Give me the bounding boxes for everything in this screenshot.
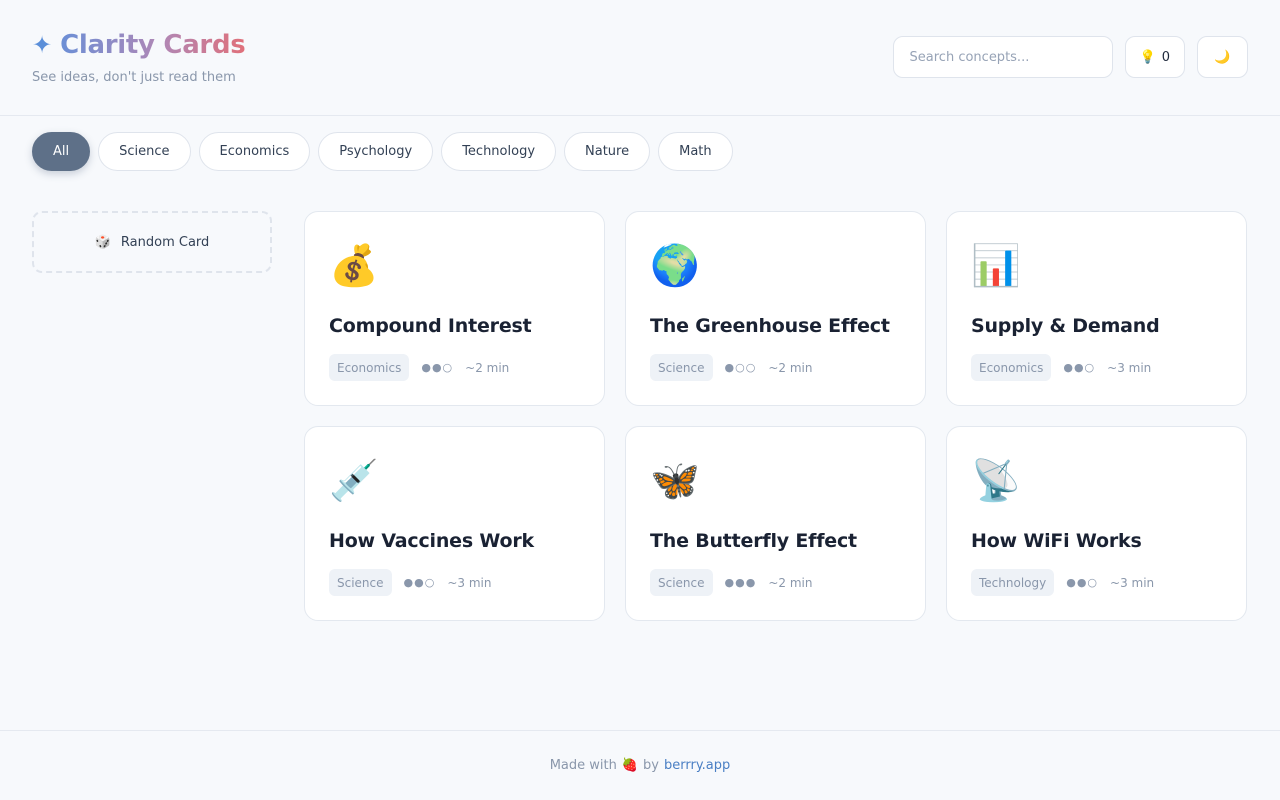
category-tag: Science — [650, 354, 713, 381]
card-meta: Technology ●●○ ~3 min — [971, 569, 1222, 596]
read-time: ~3 min — [1110, 575, 1155, 590]
filter-economics[interactable]: Economics — [198, 132, 311, 171]
footer-made-with: Made with — [549, 758, 617, 773]
filter-all[interactable]: All — [32, 132, 91, 171]
concept-card[interactable]: 📡 How WiFi Works Technology ●●○ ~3 min — [946, 426, 1247, 621]
card-title: How WiFi Works — [971, 530, 1142, 552]
difficulty-indicator: ●○○ — [724, 361, 757, 374]
satellite-dish-icon: 📡 — [971, 458, 1021, 504]
read-time: ~2 min — [768, 575, 813, 590]
ideas-counter-button[interactable]: 💡 0 — [1124, 36, 1185, 78]
search-input[interactable] — [892, 36, 1113, 78]
footer: Made with 🍓 by berrry.app — [0, 730, 1280, 800]
sparkle-icon: ✦ — [32, 31, 53, 59]
filter-math[interactable]: Math — [658, 132, 733, 171]
card-title: The Greenhouse Effect — [650, 315, 890, 337]
lightbulb-icon: 💡 — [1139, 49, 1156, 65]
card-title: Supply & Demand — [971, 315, 1160, 337]
brand-title: ✦ Clarity Cards — [32, 28, 246, 62]
concept-card[interactable]: 📊 Supply & Demand Economics ●●○ ~3 min — [946, 211, 1247, 406]
card-grid: 💰 Compound Interest Economics ●●○ ~2 min… — [304, 211, 1247, 621]
category-tag: Economics — [329, 354, 410, 381]
difficulty-indicator: ●●○ — [1063, 361, 1096, 374]
category-tag: Science — [329, 569, 392, 596]
filter-nature[interactable]: Nature — [564, 132, 651, 171]
berrry-link[interactable]: berrry.app — [664, 758, 730, 773]
header-controls: 💡 0 🌙 — [892, 36, 1248, 78]
concept-card[interactable]: 💉 How Vaccines Work Science ●●○ ~3 min — [304, 426, 605, 621]
read-time: ~3 min — [447, 575, 492, 590]
app-header: ✦ Clarity Cards See ideas, don't just re… — [0, 0, 1280, 116]
concept-card[interactable]: 💰 Compound Interest Economics ●●○ ~2 min — [304, 211, 605, 406]
random-card-label: Random Card — [120, 234, 210, 250]
read-time: ~3 min — [1107, 360, 1152, 375]
card-meta: Science ●●● ~2 min — [650, 569, 901, 596]
card-title: Compound Interest — [329, 315, 532, 337]
category-tag: Science — [650, 569, 713, 596]
moon-icon: 🌙 — [1214, 49, 1231, 65]
brand: ✦ Clarity Cards See ideas, don't just re… — [32, 28, 246, 85]
globe-icon: 🌍 — [650, 243, 700, 289]
strawberry-icon: 🍓 — [621, 758, 639, 773]
read-time: ~2 min — [465, 360, 510, 375]
card-title: How Vaccines Work — [329, 530, 534, 552]
filter-science[interactable]: Science — [98, 132, 191, 171]
category-filters: All Science Economics Psychology Technol… — [32, 132, 733, 171]
filter-technology[interactable]: Technology — [441, 132, 557, 171]
ideas-count: 0 — [1161, 49, 1170, 65]
filter-psychology[interactable]: Psychology — [318, 132, 434, 171]
card-meta: Economics ●●○ ~3 min — [971, 354, 1222, 381]
bar-chart-icon: 📊 — [971, 243, 1021, 289]
category-tag: Economics — [971, 354, 1052, 381]
difficulty-indicator: ●●○ — [403, 576, 436, 589]
tagline: See ideas, don't just read them — [32, 70, 236, 85]
card-meta: Science ●●○ ~3 min — [329, 569, 580, 596]
money-bag-icon: 💰 — [329, 243, 379, 289]
category-tag: Technology — [971, 569, 1055, 596]
theme-toggle-button[interactable]: 🌙 — [1197, 36, 1248, 78]
concept-card[interactable]: 🦋 The Butterfly Effect Science ●●● ~2 mi… — [625, 426, 926, 621]
difficulty-indicator: ●●○ — [1066, 576, 1099, 589]
butterfly-icon: 🦋 — [650, 458, 700, 504]
footer-by: by — [643, 758, 659, 773]
random-card-button[interactable]: 🎲 Random Card — [32, 211, 272, 273]
read-time: ~2 min — [768, 360, 813, 375]
difficulty-indicator: ●●○ — [421, 361, 454, 374]
dice-icon: 🎲 — [94, 234, 111, 250]
syringe-icon: 💉 — [329, 458, 379, 504]
app-title: Clarity Cards — [60, 30, 246, 60]
card-title: The Butterfly Effect — [650, 530, 857, 552]
difficulty-indicator: ●●● — [724, 576, 757, 589]
card-meta: Economics ●●○ ~2 min — [329, 354, 580, 381]
card-meta: Science ●○○ ~2 min — [650, 354, 901, 381]
concept-card[interactable]: 🌍 The Greenhouse Effect Science ●○○ ~2 m… — [625, 211, 926, 406]
